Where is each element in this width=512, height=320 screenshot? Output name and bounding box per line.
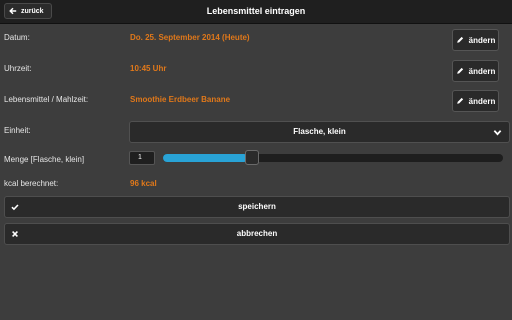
cancel-button[interactable]: abbrechen xyxy=(4,223,510,245)
kcal-value: 96 kcal xyxy=(130,179,157,188)
quantity-label: Menge [Flasche, klein] xyxy=(4,155,85,164)
pencil-icon xyxy=(456,97,463,104)
cancel-label: abbrechen xyxy=(236,229,278,238)
page-title: Lebensmittel eintragen xyxy=(206,6,306,16)
date-value: Do. 25. September 2014 (Heute) xyxy=(130,33,250,42)
edit-date-button[interactable]: ändern xyxy=(452,29,499,51)
edit-time-label: ändern xyxy=(468,66,496,76)
edit-date-label: ändern xyxy=(468,35,496,45)
time-value: 10:45 Uhr xyxy=(130,64,167,73)
pencil-icon xyxy=(456,67,463,74)
header-bar: zurück Lebensmittel eintragen xyxy=(0,0,512,24)
food-label: Lebensmittel / Mahlzeit: xyxy=(4,95,89,104)
chevron-down-icon xyxy=(493,130,502,136)
unit-label: Einheit: xyxy=(4,126,31,135)
save-button[interactable]: speichern xyxy=(4,196,510,218)
edit-food-label: ändern xyxy=(468,96,496,106)
time-label: Uhrzeit: xyxy=(4,64,32,73)
edit-food-button[interactable]: ändern xyxy=(452,90,499,112)
quantity-slider-handle[interactable] xyxy=(245,150,259,165)
quantity-slider-track[interactable] xyxy=(163,154,503,162)
pencil-icon xyxy=(456,36,463,43)
edit-time-button[interactable]: ändern xyxy=(452,60,499,82)
unit-select[interactable]: Flasche, klein xyxy=(129,121,510,143)
unit-select-value: Flasche, klein xyxy=(293,127,346,136)
date-label: Datum: xyxy=(4,33,30,42)
save-label: speichern xyxy=(238,202,276,211)
quantity-input[interactable]: 1 xyxy=(129,151,155,165)
kcal-label: kcal berechnet: xyxy=(4,179,59,188)
food-value: Smoothie Erdbeer Banane xyxy=(130,95,231,104)
quantity-slider-fill xyxy=(163,154,248,162)
